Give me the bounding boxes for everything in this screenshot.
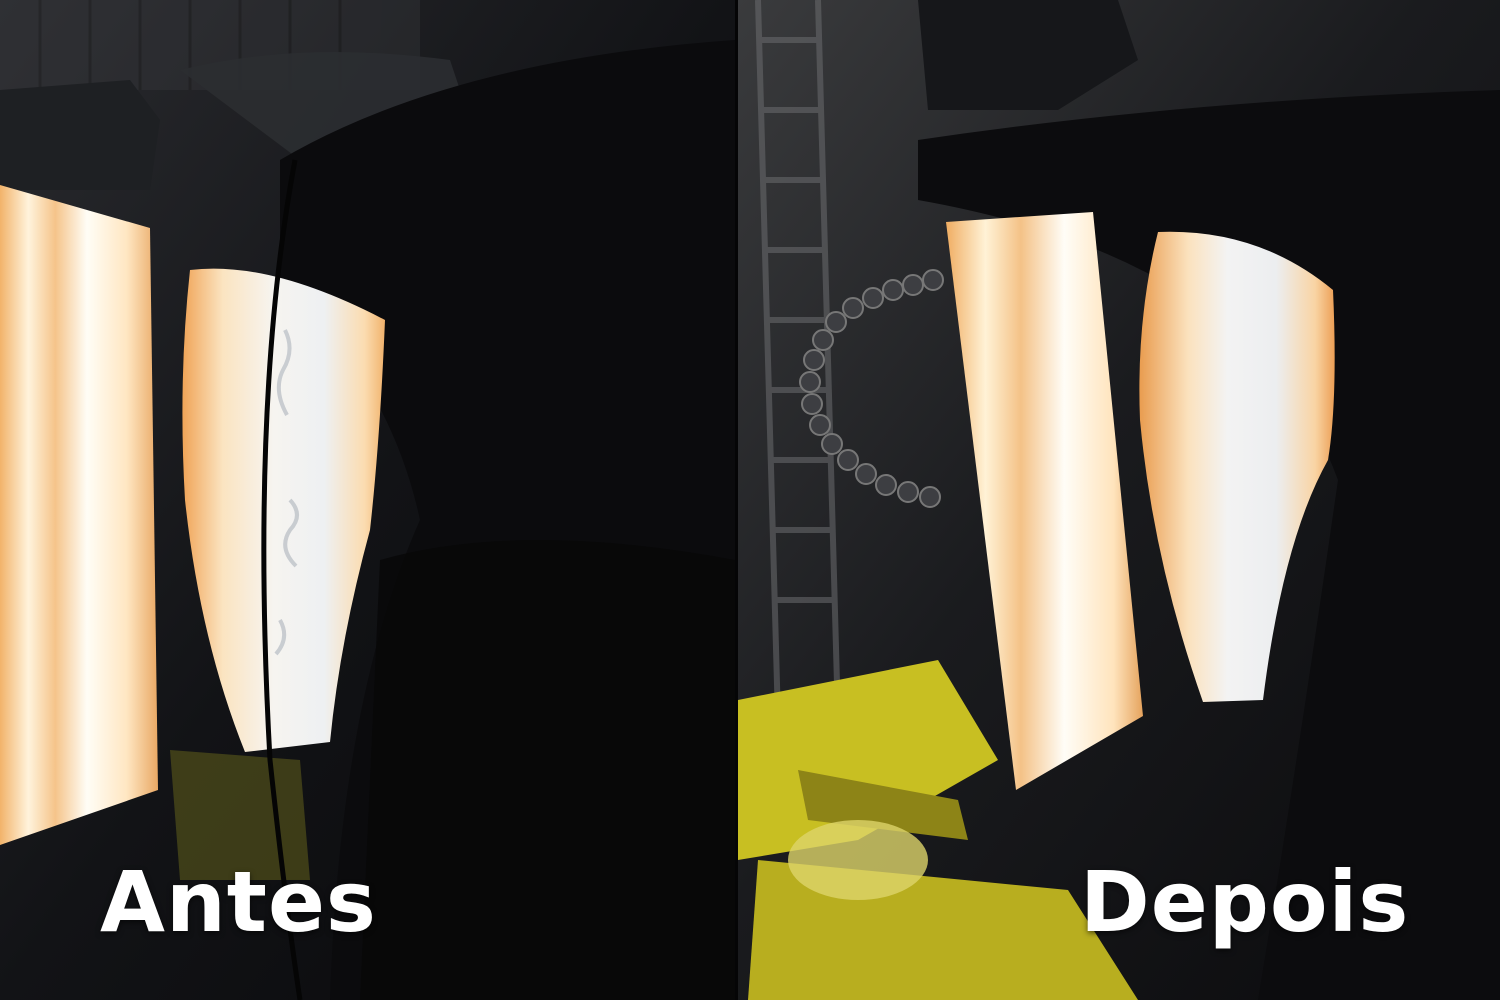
led-lamp-left <box>0 185 158 845</box>
after-photo: Depois <box>738 0 1500 1000</box>
after-photo-scene <box>738 0 1500 1000</box>
side-mirror <box>0 80 160 190</box>
caption-after: Depois <box>1080 853 1410 951</box>
before-photo: Antes <box>0 0 735 1000</box>
caption-before: Antes <box>100 853 377 951</box>
before-photo-scene <box>0 0 735 1000</box>
